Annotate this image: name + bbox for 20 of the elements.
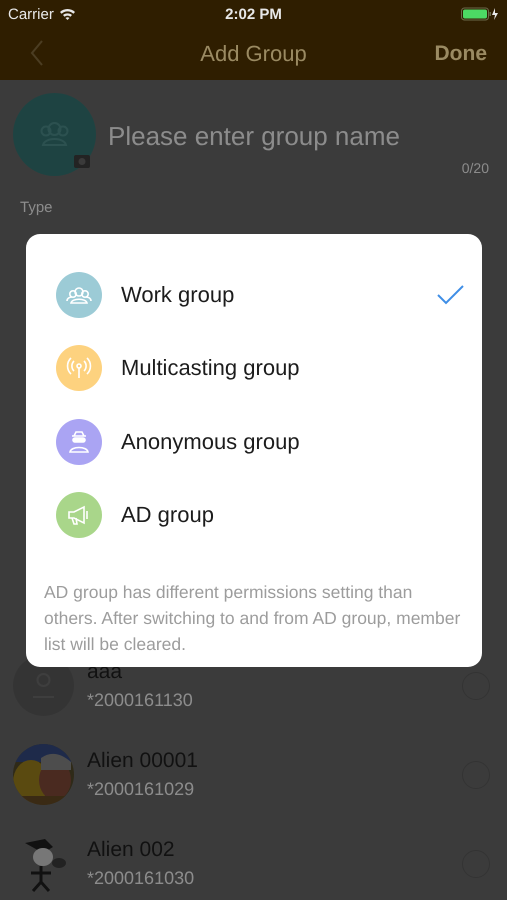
member-id: *2000161130 (87, 690, 194, 711)
back-icon[interactable] (30, 40, 44, 68)
clock-time: 2:02 PM (225, 6, 282, 22)
group-avatar-icon[interactable] (13, 93, 96, 176)
battery-icon (461, 7, 499, 21)
member-id: *2000161029 (87, 779, 196, 800)
screen-title: Add Group (200, 41, 307, 66)
done-button[interactable]: Done (434, 42, 487, 66)
carrier-label: Carrier (8, 6, 54, 22)
dialog-note: AD group has different permissions setting than others. After switching to and from AD group, member list will be cleared. (44, 581, 462, 656)
group-name-field[interactable]: Please enter group name (108, 121, 462, 152)
member-id: *2000161030 (87, 868, 196, 889)
group-type-option[interactable]: Anonymous group (56, 405, 464, 478)
checkmark-icon (437, 284, 464, 305)
group-type-option[interactable]: Multicasting group (56, 332, 464, 405)
group-type-option[interactable]: Work group (56, 258, 464, 332)
group-type-option[interactable]: AD group (56, 478, 464, 552)
character-counter: 0/20 (462, 160, 489, 176)
type-label: Type (20, 199, 53, 216)
wifi-icon (58, 8, 76, 20)
